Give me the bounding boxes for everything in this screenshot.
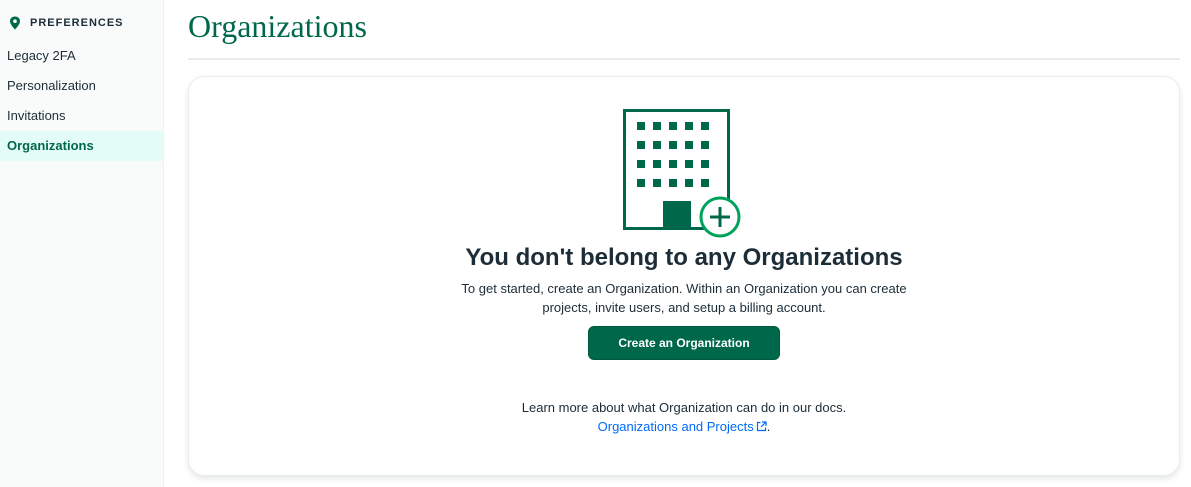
- docs-link-suffix: .: [766, 419, 771, 434]
- create-organization-button[interactable]: Create an Organization: [588, 326, 780, 360]
- sidebar-item-organizations[interactable]: Organizations: [0, 131, 163, 161]
- sidebar: PREFERENCES Legacy 2FA Personalization I…: [0, 0, 164, 487]
- learn-more-text: Learn more about what Organization can d…: [521, 400, 847, 415]
- sidebar-item-personalization[interactable]: Personalization: [0, 71, 163, 101]
- title-divider: [188, 58, 1180, 60]
- empty-state-description-line2: projects, invite users, and setup a bill…: [542, 300, 826, 315]
- empty-state-heading: You don't belong to any Organizations: [465, 244, 903, 271]
- sidebar-list: Legacy 2FA Personalization Invitations O…: [0, 41, 163, 161]
- docs-link-label: Organizations and Projects: [597, 419, 754, 434]
- location-pin-icon: [10, 16, 20, 30]
- sidebar-item-legacy-2fa[interactable]: Legacy 2FA: [0, 41, 163, 71]
- sidebar-item-invitations[interactable]: Invitations: [0, 101, 163, 131]
- page: PREFERENCES Legacy 2FA Personalization I…: [0, 0, 1191, 487]
- empty-state-description: To get started, create an Organization. …: [414, 279, 954, 317]
- building-add-icon: [623, 109, 741, 238]
- learn-more: Learn more about what Organization can d…: [189, 398, 1179, 436]
- sidebar-heading-label: PREFERENCES: [30, 17, 124, 29]
- organizations-and-projects-link[interactable]: Organizations and Projects: [598, 419, 767, 434]
- empty-state-card: You don't belong to any Organizations To…: [188, 76, 1180, 476]
- empty-state-description-line1: To get started, create an Organization. …: [461, 281, 907, 296]
- external-link-icon: [756, 421, 767, 432]
- sidebar-heading: PREFERENCES: [0, 15, 163, 31]
- page-title: Organizations: [188, 8, 367, 44]
